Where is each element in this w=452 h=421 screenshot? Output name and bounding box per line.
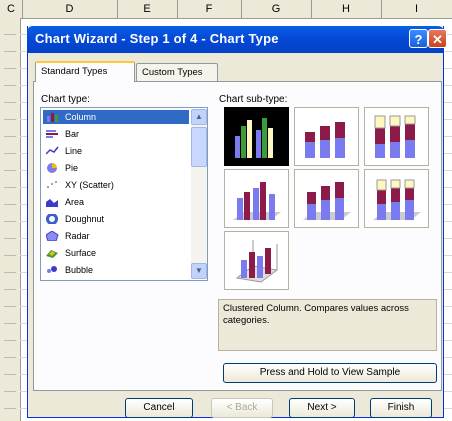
chart-type-item-radar[interactable]: Radar — [43, 229, 189, 243]
row-header-tick — [4, 119, 16, 120]
row-header-tick — [4, 272, 16, 273]
scatter-chart-icon — [47, 181, 57, 188]
stacked-column-icon — [305, 122, 345, 158]
chart-type-label-text: Doughnut — [65, 214, 105, 224]
listbox-scrollbar[interactable]: ▲ ▼ — [191, 109, 207, 279]
subtype-100-stacked-column[interactable] — [364, 107, 429, 166]
area-chart-icon — [46, 199, 58, 207]
doughnut-chart-icon — [46, 214, 58, 224]
chart-type-item-pie[interactable]: Pie — [43, 161, 189, 175]
3d-stacked-column-icon — [303, 182, 351, 220]
chart-type-label-text: Bar — [65, 129, 80, 139]
column-header-e[interactable]: E — [117, 0, 178, 18]
next-button[interactable]: Next > — [289, 398, 355, 418]
help-button[interactable]: ? — [409, 29, 428, 48]
row-header-tick — [4, 408, 16, 409]
row-header-tick — [4, 187, 16, 188]
view-sample-button[interactable]: Press and Hold to View Sample — [223, 363, 437, 383]
row-header-tick — [4, 51, 16, 52]
row-header-tick — [4, 34, 16, 35]
cancel-button[interactable]: Cancel — [125, 398, 193, 418]
row-header-tick — [4, 136, 16, 137]
bubble-chart-icon — [47, 266, 57, 273]
row-header-tick — [4, 153, 16, 154]
subtype-3d-column[interactable] — [224, 231, 289, 290]
chart-type-label-text: Radar — [65, 231, 90, 241]
row-header-tick — [4, 374, 16, 375]
column-chart-icon — [47, 113, 58, 122]
chart-type-label-text: Area — [65, 197, 85, 207]
row-header-tick — [4, 238, 16, 239]
row-header-tick — [4, 357, 16, 358]
chart-type-label-text: Surface — [65, 248, 97, 258]
chart-type-item-bar[interactable]: Bar — [43, 127, 189, 141]
subtype-3d-stacked-column[interactable] — [294, 169, 359, 228]
row-header-tick — [4, 255, 16, 256]
subtype-description: Clustered Column. Compares values across… — [218, 299, 437, 351]
row-header-tick — [4, 221, 16, 222]
chart-subtype-label: Chart sub-type: — [219, 94, 288, 105]
row-header-tick — [4, 289, 16, 290]
pie-chart-icon — [47, 163, 57, 173]
chart-type-label-text: Bubble — [65, 265, 94, 275]
row-header-tick — [4, 340, 16, 341]
row-header-tick — [4, 391, 16, 392]
chart-type-item-bubble[interactable]: Bubble — [43, 263, 189, 277]
row-header-gutter[interactable] — [0, 18, 21, 421]
line-chart-icon — [46, 146, 59, 155]
tab-standard-types[interactable]: Standard Types — [35, 61, 135, 82]
bar-chart-icon — [46, 130, 58, 138]
scroll-down-button[interactable]: ▼ — [191, 263, 207, 279]
row-header-tick — [4, 204, 16, 205]
subtype-stacked-column[interactable] — [294, 107, 359, 166]
row-header-tick — [4, 68, 16, 69]
3d-percent-stacked-column-icon — [373, 179, 421, 220]
back-button[interactable]: < Back — [211, 398, 273, 418]
chart-type-label-text: XY (Scatter) — [65, 180, 114, 190]
subtype-3d-100-stacked-column[interactable] — [364, 169, 429, 228]
clustered-column-icon — [235, 118, 273, 158]
row-header-tick — [4, 170, 16, 171]
chart-type-item-surface[interactable]: Surface — [43, 246, 189, 260]
tab-custom-types[interactable]: Custom Types — [136, 63, 218, 81]
surface-chart-icon — [46, 250, 58, 258]
scroll-thumb[interactable] — [191, 127, 207, 167]
scroll-up-button[interactable]: ▲ — [191, 109, 207, 125]
3d-column-icon — [235, 240, 279, 283]
3d-clustered-column-icon — [233, 182, 281, 220]
column-header-h[interactable]: H — [311, 0, 382, 18]
chart-type-label: Chart type: — [41, 94, 90, 105]
column-header-c[interactable]: C — [0, 0, 23, 18]
dialog-title-bar[interactable]: Chart Wizard - Step 1 of 4 - Chart Type … — [27, 26, 447, 53]
column-header-f[interactable]: F — [177, 0, 242, 18]
column-header-g[interactable]: G — [241, 0, 312, 18]
chart-type-item-doughnut[interactable]: Doughnut — [43, 212, 189, 226]
row-header-tick — [4, 323, 16, 324]
chart-type-item-area[interactable]: Area — [43, 195, 189, 209]
chart-type-label-text: Column — [65, 112, 97, 122]
column-header-bar: C D E F G H I — [0, 0, 452, 19]
subtype-clustered-column[interactable] — [224, 107, 289, 166]
row-header-tick — [4, 85, 16, 86]
column-header-d[interactable]: D — [22, 0, 118, 18]
finish-button[interactable]: Finish — [370, 398, 432, 418]
chart-type-item-column[interactable]: Column — [43, 110, 189, 124]
percent-stacked-column-icon — [374, 115, 416, 158]
dialog-title: Chart Wizard - Step 1 of 4 - Chart Type — [35, 31, 279, 46]
chart-type-label-text: Pie — [65, 163, 79, 173]
column-header-i[interactable]: I — [381, 0, 452, 18]
subtype-3d-clustered-column[interactable] — [224, 169, 289, 228]
row-header-tick — [4, 306, 16, 307]
chart-type-label-text: Line — [65, 146, 83, 156]
chart-type-item-line[interactable]: Line — [43, 144, 189, 158]
radar-chart-icon — [46, 231, 59, 241]
close-button[interactable]: ✕ — [428, 29, 447, 48]
chart-type-listbox[interactable]: Column Bar Line Pie XY (Scatter) Area Doughnut… — [40, 107, 208, 281]
chart-type-item-xy-scatter[interactable]: XY (Scatter) — [43, 178, 189, 192]
row-header-tick — [4, 102, 16, 103]
